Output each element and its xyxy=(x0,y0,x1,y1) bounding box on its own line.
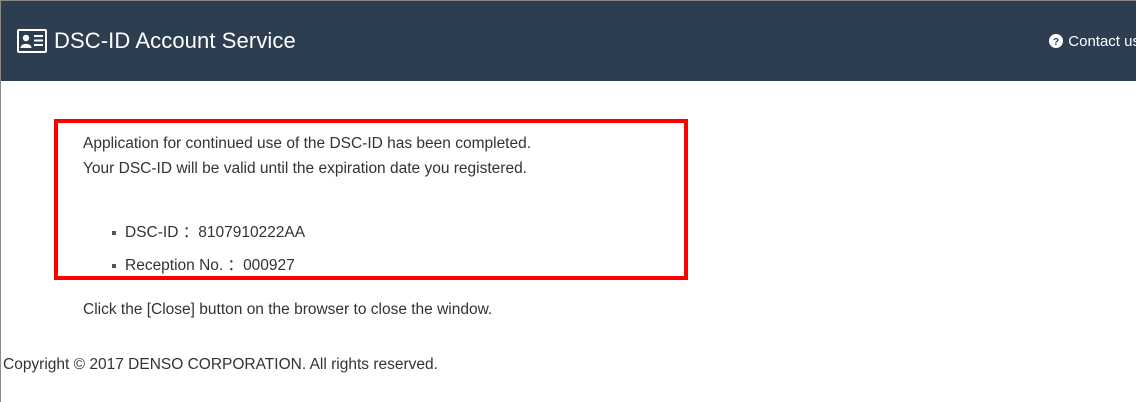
detail-label: DSC-ID xyxy=(125,224,179,241)
close-instruction: Click the [Close] button on the browser … xyxy=(83,301,493,318)
navbar: DSC-ID Account Service ? Contact us xyxy=(1,1,1138,81)
detail-list: DSC-ID ：8107910222AA Reception No. ：0009… xyxy=(112,216,305,282)
list-item: Reception No. ：000927 xyxy=(112,249,305,282)
svg-text:?: ? xyxy=(1053,37,1059,48)
page-frame: DSC-ID Account Service ? Contact us Appl… xyxy=(0,0,1138,402)
detail-separator: ： xyxy=(227,257,244,274)
id-card-icon xyxy=(16,28,48,54)
contact-us-link[interactable]: ? Contact us xyxy=(1049,33,1138,50)
question-circle-icon: ? xyxy=(1049,34,1064,48)
app-title: DSC-ID Account Service xyxy=(54,28,296,53)
detail-label: Reception No. xyxy=(125,257,224,274)
footer-copyright: Copyright © 2017 DENSO CORPORATION. All … xyxy=(3,356,438,373)
message-line-2: Your DSC-ID will be valid until the expi… xyxy=(83,160,527,177)
detail-separator: ： xyxy=(182,224,199,241)
dsc-id-value: 8107910222AA xyxy=(198,224,306,241)
list-item: DSC-ID ：8107910222AA xyxy=(112,216,305,249)
reception-no-value: 000927 xyxy=(243,257,295,274)
brand[interactable]: DSC-ID Account Service xyxy=(16,28,296,54)
contact-us-label: Contact us xyxy=(1068,32,1138,50)
completion-message: Application for continued use of the DSC… xyxy=(83,131,531,181)
message-line-1: Application for continued use of the DSC… xyxy=(83,135,532,152)
